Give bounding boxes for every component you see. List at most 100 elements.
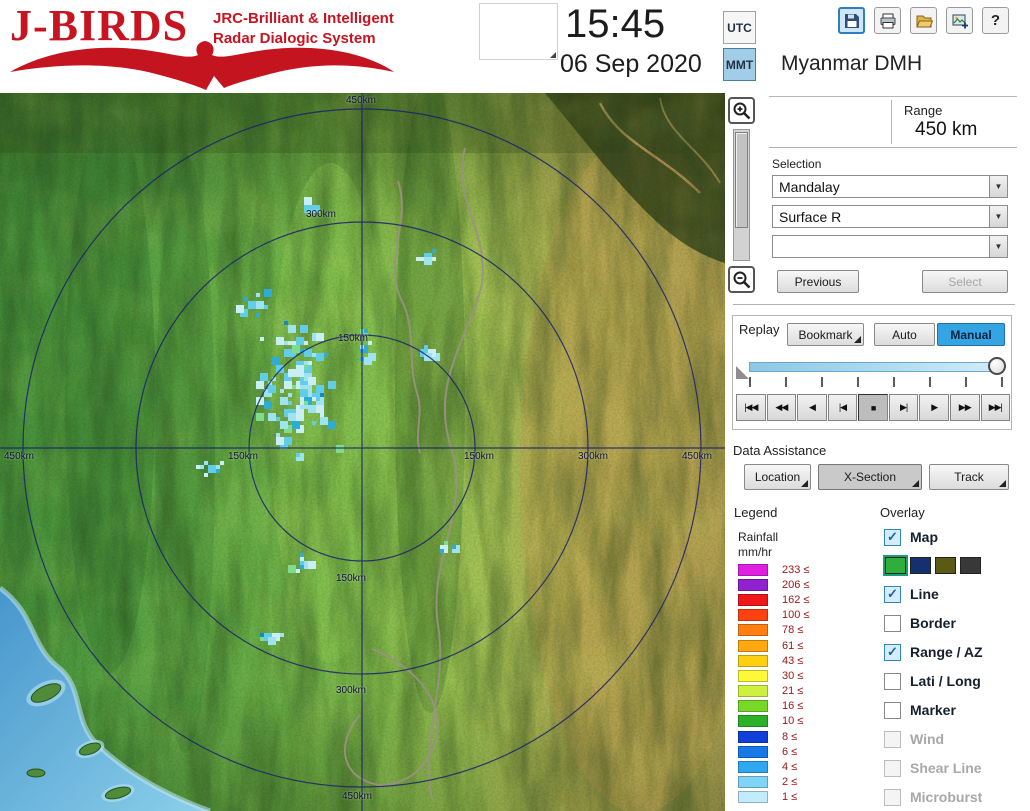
timeline-tick bbox=[893, 377, 895, 387]
menu-corner-icon bbox=[854, 336, 861, 343]
playback-play-button[interactable]: ▶ bbox=[919, 394, 949, 421]
legend-row: 10 ≤ bbox=[738, 714, 809, 729]
legend-color-swatch bbox=[738, 669, 768, 682]
clock-time: 15:45 bbox=[565, 2, 666, 46]
legend-color-swatch bbox=[738, 593, 768, 606]
legend-color-swatch bbox=[738, 685, 768, 698]
legend-unit-line1: Rainfall bbox=[738, 530, 779, 544]
timeline-tick bbox=[965, 377, 967, 387]
zoom-in-button[interactable] bbox=[728, 97, 755, 124]
magnifier-plus-icon bbox=[733, 102, 750, 119]
bookmark-button[interactable]: Bookmark bbox=[787, 323, 864, 346]
overlay-item-range-az[interactable]: ✓ Range / AZ bbox=[884, 640, 1028, 664]
export-image-button[interactable] bbox=[946, 7, 973, 34]
zoom-slider-thumb[interactable] bbox=[735, 132, 748, 228]
product-dropdown[interactable]: Surface R ▼ bbox=[772, 205, 1008, 228]
checkbox-line[interactable]: ✓ bbox=[884, 585, 901, 603]
legend-row: 8 ≤ bbox=[738, 729, 809, 744]
legend-row: 162 ≤ bbox=[738, 592, 809, 607]
map-style-swatches bbox=[883, 554, 1028, 576]
playback-skip-start-button[interactable]: |◀◀ bbox=[736, 394, 766, 421]
chevron-down-icon[interactable]: ▼ bbox=[989, 176, 1007, 197]
legend-color-swatch bbox=[738, 624, 768, 637]
timezone-utc-button[interactable]: UTC bbox=[723, 11, 756, 44]
legend-row: 30 ≤ bbox=[738, 668, 809, 683]
playback-next-frame-button[interactable]: ▶| bbox=[888, 394, 919, 421]
legend-color-swatch bbox=[738, 700, 768, 713]
overlay-item-lati-long[interactable]: Lati / Long bbox=[884, 669, 1028, 693]
overlay-label: Marker bbox=[910, 702, 956, 718]
range-value: 450 km bbox=[915, 119, 978, 140]
data-assistance-label: Data Assistance bbox=[733, 443, 827, 458]
legend-color-swatch bbox=[738, 761, 768, 774]
legend-color-swatch bbox=[738, 745, 768, 758]
x-section-button[interactable]: X-Section bbox=[818, 464, 922, 490]
timeline-slider-track[interactable] bbox=[749, 357, 1006, 375]
overlay-item-marker[interactable]: Marker bbox=[884, 698, 1028, 722]
map-style-dark[interactable] bbox=[960, 556, 981, 574]
overlay-item-line[interactable]: ✓ Line bbox=[884, 582, 1028, 606]
zoom-slider-track[interactable] bbox=[733, 129, 750, 261]
open-folder-button[interactable] bbox=[910, 7, 937, 34]
chevron-down-icon[interactable]: ▼ bbox=[989, 206, 1007, 227]
overlay-item-microburst: Microburst bbox=[884, 785, 1028, 809]
select-button[interactable]: Select bbox=[922, 270, 1008, 293]
overlay-options: ✓ Map ✓ Line Border ✓ Range / AZ Lati / Long Mar… bbox=[883, 525, 1028, 811]
save-button[interactable] bbox=[838, 7, 865, 34]
checkbox-map[interactable]: ✓ bbox=[884, 528, 901, 546]
clock-date: 06 Sep 2020 bbox=[560, 50, 702, 78]
legend-value: 78 ≤ bbox=[782, 624, 804, 637]
legend-row: 6 ≤ bbox=[738, 744, 809, 759]
legend-value: 21 ≤ bbox=[782, 685, 804, 698]
map-style-navy[interactable] bbox=[910, 556, 931, 574]
playback-step-back-button[interactable]: ◀ bbox=[797, 394, 827, 421]
divider bbox=[891, 100, 892, 144]
map-style-green[interactable] bbox=[883, 554, 908, 576]
menu-corner-icon bbox=[999, 480, 1006, 487]
playback-skip-end-button[interactable]: ▶▶| bbox=[980, 394, 1011, 421]
print-button[interactable] bbox=[874, 7, 901, 34]
radar-map[interactable]: 450km 300km 150km 450km 150km 150km 300km 450km… bbox=[0, 93, 725, 811]
overlay-item-map[interactable]: ✓ Map bbox=[884, 525, 1028, 549]
legend-row: 78 ≤ bbox=[738, 623, 809, 638]
map-style-olive[interactable] bbox=[935, 556, 956, 574]
checkbox-marker[interactable] bbox=[884, 701, 901, 719]
legend-color-swatch bbox=[738, 730, 768, 743]
legend-color-swatch bbox=[738, 609, 768, 622]
playback-stop-button[interactable]: ■ bbox=[858, 394, 888, 421]
overlay-label: Microburst bbox=[910, 789, 983, 805]
track-label: Track bbox=[954, 470, 984, 484]
previous-button[interactable]: Previous bbox=[777, 270, 859, 293]
playback-fast-forward-button[interactable]: ▶▶ bbox=[949, 394, 980, 421]
bookmark-label: Bookmark bbox=[798, 327, 853, 342]
track-button[interactable]: Track bbox=[929, 464, 1009, 490]
location-label: Location bbox=[754, 470, 801, 484]
save-icon bbox=[844, 13, 859, 28]
zoom-out-button[interactable] bbox=[728, 266, 755, 293]
auto-mode-button[interactable]: Auto bbox=[874, 323, 935, 346]
x-section-label: X-Section bbox=[843, 470, 897, 484]
checkbox-range-az[interactable]: ✓ bbox=[884, 643, 901, 661]
timeline-start-marker-icon bbox=[736, 366, 749, 379]
playback-fast-rewind-button[interactable]: ◀◀ bbox=[766, 394, 797, 421]
timeline-tick bbox=[749, 377, 751, 387]
jbirds-app: J-BIRDS JRC-Brilliant & Intelligent Rada… bbox=[0, 0, 1030, 811]
chevron-down-icon[interactable]: ▼ bbox=[989, 236, 1007, 257]
site-dropdown[interactable]: Mandalay ▼ bbox=[772, 175, 1008, 198]
checkbox-border[interactable] bbox=[884, 614, 901, 632]
extra-dropdown[interactable]: ▼ bbox=[772, 235, 1008, 258]
overlay-item-border[interactable]: Border bbox=[884, 611, 1028, 635]
preview-box[interactable] bbox=[479, 3, 558, 60]
manual-mode-button[interactable]: Manual bbox=[937, 323, 1005, 346]
legend-row: 100 ≤ bbox=[738, 608, 809, 623]
help-button[interactable]: ? bbox=[982, 7, 1009, 34]
control-panel: Range 450 km Selection Mandalay ▼ Surfac… bbox=[725, 93, 1030, 811]
timezone-mmt-button[interactable]: MMT bbox=[723, 48, 756, 81]
playback-prev-frame-button[interactable]: |◀ bbox=[827, 394, 858, 421]
divider bbox=[733, 304, 1015, 305]
checkbox-lati-long[interactable] bbox=[884, 672, 901, 690]
location-button[interactable]: Location bbox=[744, 464, 811, 490]
header-bar: J-BIRDS JRC-Brilliant & Intelligent Rada… bbox=[0, 0, 1030, 93]
overlay-label: Range / AZ bbox=[910, 644, 983, 660]
timeline-slider-thumb[interactable] bbox=[988, 357, 1006, 375]
